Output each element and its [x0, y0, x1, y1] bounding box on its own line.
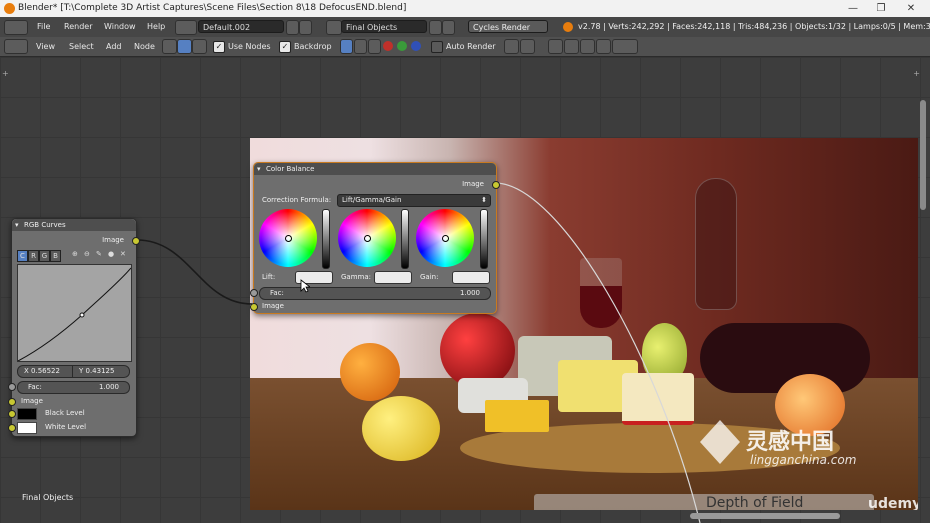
fac-socket[interactable]: [250, 289, 258, 297]
image-input-socket[interactable]: [8, 398, 16, 406]
black-level-socket[interactable]: [8, 410, 16, 418]
correction-formula-select[interactable]: Lift/Gamma/Gain ⬍: [337, 194, 491, 207]
gamma-wheel-cursor[interactable]: [364, 235, 371, 242]
channel-r-button[interactable]: R: [28, 250, 39, 262]
lift-value-slider[interactable]: [322, 209, 330, 269]
collapse-icon[interactable]: ▾: [15, 219, 19, 231]
black-level-swatch[interactable]: [17, 408, 37, 420]
delete-point-icon[interactable]: ✕: [120, 250, 126, 258]
lift-color-wheel[interactable]: [259, 209, 317, 267]
zoom-out-icon[interactable]: ⊖: [84, 250, 90, 258]
gamma-label: Gamma:: [341, 273, 371, 281]
link-balance-to-output[interactable]: [494, 182, 701, 523]
correction-formula-label: Correction Formula:: [262, 196, 332, 204]
color-balance-output-label: Image: [462, 180, 484, 188]
curve-x-value: X 0.56522: [24, 367, 60, 375]
rgb-curves-node[interactable]: ▾ RGB Curves Image C R G B ⊕ ⊖ ✎ ● ✕ X 0…: [8, 218, 140, 437]
white-level-label: White Level: [45, 423, 87, 431]
tools-icon[interactable]: ✎: [96, 250, 102, 258]
image-input-label: Image: [21, 397, 43, 405]
vertical-scrollbar[interactable]: [920, 100, 926, 210]
clip-icon[interactable]: ●: [108, 250, 114, 258]
channel-g-button[interactable]: G: [39, 250, 50, 262]
gain-color-field[interactable]: [452, 271, 490, 284]
correction-formula-value: Lift/Gamma/Gain: [342, 196, 402, 204]
image-input-label: Image: [262, 302, 284, 310]
lift-label: Lift:: [262, 273, 276, 281]
channel-c-button[interactable]: C: [17, 250, 28, 262]
gain-color-wheel[interactable]: [416, 209, 474, 267]
color-balance-header[interactable]: ▾ Color Balance: [254, 163, 496, 175]
fac-label: Fac:: [270, 289, 284, 297]
color-balance-node[interactable]: ▾ Color Balance Image Correction Formula…: [250, 162, 500, 314]
image-input-socket[interactable]: [250, 303, 258, 311]
curve-y-value: Y 0.43125: [79, 367, 115, 375]
gain-value-slider[interactable]: [480, 209, 488, 269]
scene-name-label: Final Objects: [22, 493, 74, 502]
white-level-socket[interactable]: [8, 424, 16, 432]
gain-label: Gain:: [420, 273, 439, 281]
collapse-icon[interactable]: ▾: [257, 163, 261, 175]
gamma-value-slider[interactable]: [401, 209, 409, 269]
curve-x-field[interactable]: X 0.56522: [17, 365, 73, 378]
rgb-curves-header[interactable]: ▾ RGB Curves: [12, 219, 136, 231]
gamma-color-wheel[interactable]: [338, 209, 396, 267]
gamma-color-field[interactable]: [374, 271, 412, 284]
gain-wheel-cursor[interactable]: [442, 235, 449, 242]
rgb-curves-fac-slider[interactable]: Fac: 1.000: [17, 381, 130, 394]
fac-value: 1.000: [98, 383, 119, 391]
mouse-cursor-icon: [300, 279, 310, 293]
rgb-curves-output-label: Image: [102, 236, 124, 244]
dropdown-icon: ⬍: [481, 196, 487, 204]
color-balance-fac-slider[interactable]: Fac: 1.000: [259, 287, 491, 300]
color-balance-output-socket[interactable]: [492, 181, 500, 189]
fac-value: 1.000: [459, 289, 480, 297]
link-curves-to-balance[interactable]: [136, 239, 253, 305]
curve-graph[interactable]: [17, 264, 132, 362]
black-level-label: Black Level: [45, 409, 85, 417]
fac-label: Fac:: [28, 383, 42, 391]
rgb-curves-output-socket[interactable]: [132, 237, 140, 245]
curve-y-field[interactable]: Y 0.43125: [72, 365, 130, 378]
fac-socket[interactable]: [8, 383, 16, 391]
curve-line: [17, 267, 132, 362]
rgb-curves-title: RGB Curves: [24, 221, 66, 229]
horizontal-scrollbar[interactable]: [690, 513, 840, 519]
white-level-swatch[interactable]: [17, 422, 37, 434]
channel-b-button[interactable]: B: [50, 250, 61, 262]
lift-wheel-cursor[interactable]: [285, 235, 292, 242]
zoom-in-icon[interactable]: ⊕: [72, 250, 78, 258]
color-balance-title: Color Balance: [266, 165, 315, 173]
